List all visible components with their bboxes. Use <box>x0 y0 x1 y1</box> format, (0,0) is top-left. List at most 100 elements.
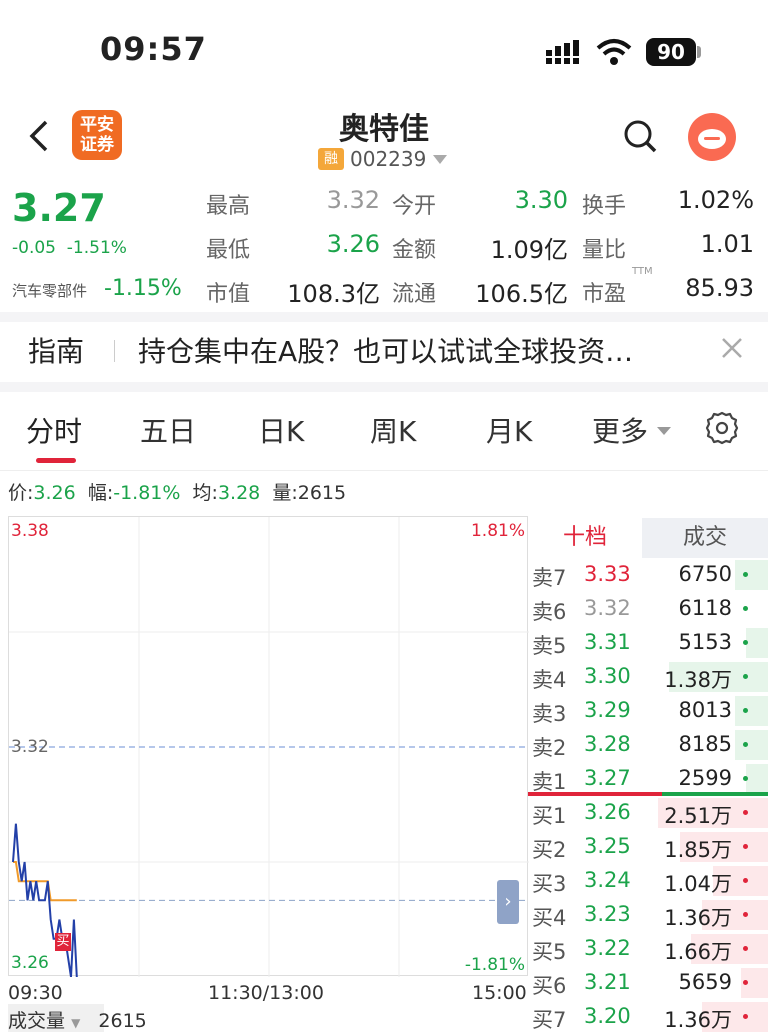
bid-row-3[interactable]: 买3 3.24 1.04万 <box>528 864 768 898</box>
battery-cap <box>697 46 701 58</box>
intraday-chart[interactable]: 3.38 1.81% 3.32 3.26 -1.81% 买 <box>8 516 529 977</box>
info-amp-label: 幅: <box>87 482 114 504</box>
bid-row-6[interactable]: 买6 3.21 5659 <box>528 966 768 1000</box>
expand-panel-button[interactable]: › <box>497 880 519 924</box>
level-volume: 1.85万 <box>664 838 732 862</box>
float-cap-value: 106.5亿 <box>475 280 568 308</box>
status-time: 09:57 <box>100 30 207 68</box>
ask-row-2[interactable]: 卖6 3.32 6118 <box>528 592 768 626</box>
chevron-down-icon <box>656 422 672 441</box>
change-dot <box>743 742 748 747</box>
level-price: 3.24 <box>584 868 631 892</box>
volume-label[interactable]: 成交量 <box>8 1010 65 1032</box>
x-label-midday: 11:30/13:00 <box>208 982 324 1004</box>
chevron-down-icon: ▼ <box>71 1016 81 1030</box>
tab-monthly-k[interactable]: 月K <box>486 410 532 450</box>
tab-five-day[interactable]: 五日 <box>140 410 196 450</box>
search-icon[interactable] <box>622 118 658 154</box>
level-price: 3.23 <box>584 902 631 926</box>
level-volume: 6118 <box>678 596 732 620</box>
battery-indicator: 90 <box>646 38 696 66</box>
volume-row: 成交量 ▼ 2615 <box>8 1006 147 1032</box>
info-avg: 3.28 <box>217 482 261 504</box>
level-label: 卖5 <box>532 634 567 658</box>
rong-badge: 融 <box>318 148 344 170</box>
level-label: 卖3 <box>532 702 567 726</box>
level-volume: 1.66万 <box>664 940 732 964</box>
bid-row-7[interactable]: 买7 3.20 1.36万 <box>528 1000 768 1032</box>
intraday-chart-svg <box>9 517 529 977</box>
level-volume: 2599 <box>678 766 732 790</box>
volume-value: 2615 <box>98 1010 147 1032</box>
change-dot <box>743 1014 748 1019</box>
settings-gear-icon[interactable] <box>704 410 740 446</box>
level-price: 3.29 <box>584 698 631 722</box>
pe-label: 市盈 <box>582 282 627 307</box>
ask-row-3[interactable]: 卖5 3.31 5153 <box>528 626 768 660</box>
tab-daily-k[interactable]: 日K <box>258 410 304 450</box>
level-volume: 5153 <box>678 630 732 654</box>
volume-ratio-value: 1.01 <box>700 230 754 258</box>
change-dot <box>743 810 748 815</box>
depth-bar <box>746 628 768 658</box>
industry-name[interactable]: 汽车零部件 <box>12 280 87 301</box>
change-dot <box>743 674 748 679</box>
high-label: 最高 <box>206 194 251 219</box>
tab-trades[interactable]: 成交 <box>642 518 768 558</box>
open-value: 3.30 <box>514 186 568 214</box>
high-value: 3.32 <box>326 186 380 214</box>
tab-intraday[interactable]: 分时 <box>26 410 82 450</box>
float-cap-label: 流通 <box>392 282 437 307</box>
divider-green <box>662 792 768 796</box>
signal-icon <box>546 40 586 64</box>
change-dot <box>743 708 748 713</box>
bid-row-1[interactable]: 买1 3.26 2.51万 <box>528 796 768 830</box>
pct-axis-bottom: -1.81% <box>464 955 525 975</box>
change-dot <box>743 640 748 645</box>
section-divider <box>0 312 768 322</box>
ask-row-6[interactable]: 卖2 3.28 8185 <box>528 728 768 762</box>
change-dot <box>743 776 748 781</box>
stock-code-row[interactable]: 融 002239 <box>318 146 448 172</box>
industry-change[interactable]: -1.15% <box>104 276 182 301</box>
turnover-label: 换手 <box>582 194 627 219</box>
turnover-value: 1.02% <box>677 186 754 214</box>
depth-bar <box>735 730 768 760</box>
buy-marker[interactable]: 买 <box>55 933 71 951</box>
ask-row-7[interactable]: 卖1 3.27 2599 <box>528 762 768 796</box>
change-dot <box>743 980 748 985</box>
bid-row-4[interactable]: 买4 3.23 1.36万 <box>528 898 768 932</box>
level-label: 买1 <box>532 804 567 828</box>
chevron-down-icon <box>432 150 448 169</box>
tab-ten-levels[interactable]: 十档 <box>528 518 642 558</box>
section-divider-2 <box>0 382 768 392</box>
level-volume: 1.38万 <box>664 668 732 692</box>
ask-row-4[interactable]: 卖4 3.30 1.38万 <box>528 660 768 694</box>
tab-bottom-border <box>0 470 768 471</box>
info-vol-label: 量: <box>272 482 298 504</box>
bid-row-2[interactable]: 买2 3.25 1.85万 <box>528 830 768 864</box>
level-price: 3.27 <box>584 766 631 790</box>
change-dot <box>743 844 748 849</box>
pe-value: 85.93 <box>685 274 754 302</box>
level-volume: 5659 <box>678 970 732 994</box>
info-amp: -1.81% <box>113 482 181 504</box>
level-label: 卖6 <box>532 600 567 624</box>
bid-row-5[interactable]: 买5 3.22 1.66万 <box>528 932 768 966</box>
assistant-avatar[interactable] <box>688 113 736 161</box>
level-label: 买2 <box>532 838 567 862</box>
ask-row-5[interactable]: 卖3 3.29 8013 <box>528 694 768 728</box>
guide-text[interactable]: 持仓集中在A股？也可以试试全球投资… <box>138 330 633 370</box>
tab-more[interactable]: 更多 <box>592 410 648 450</box>
close-icon[interactable] <box>720 336 744 360</box>
change-dot <box>743 946 748 951</box>
ask-row-1[interactable]: 卖7 3.33 6750 <box>528 558 768 592</box>
x-label-close: 15:00 <box>472 982 527 1004</box>
divider-red <box>528 792 662 796</box>
order-book-divider <box>528 792 768 796</box>
level-volume: 2.51万 <box>664 804 732 828</box>
wifi-icon <box>596 38 632 66</box>
active-tab-indicator <box>36 458 76 463</box>
guide-label[interactable]: 指南 <box>28 330 84 370</box>
tab-weekly-k[interactable]: 周K <box>370 410 416 450</box>
